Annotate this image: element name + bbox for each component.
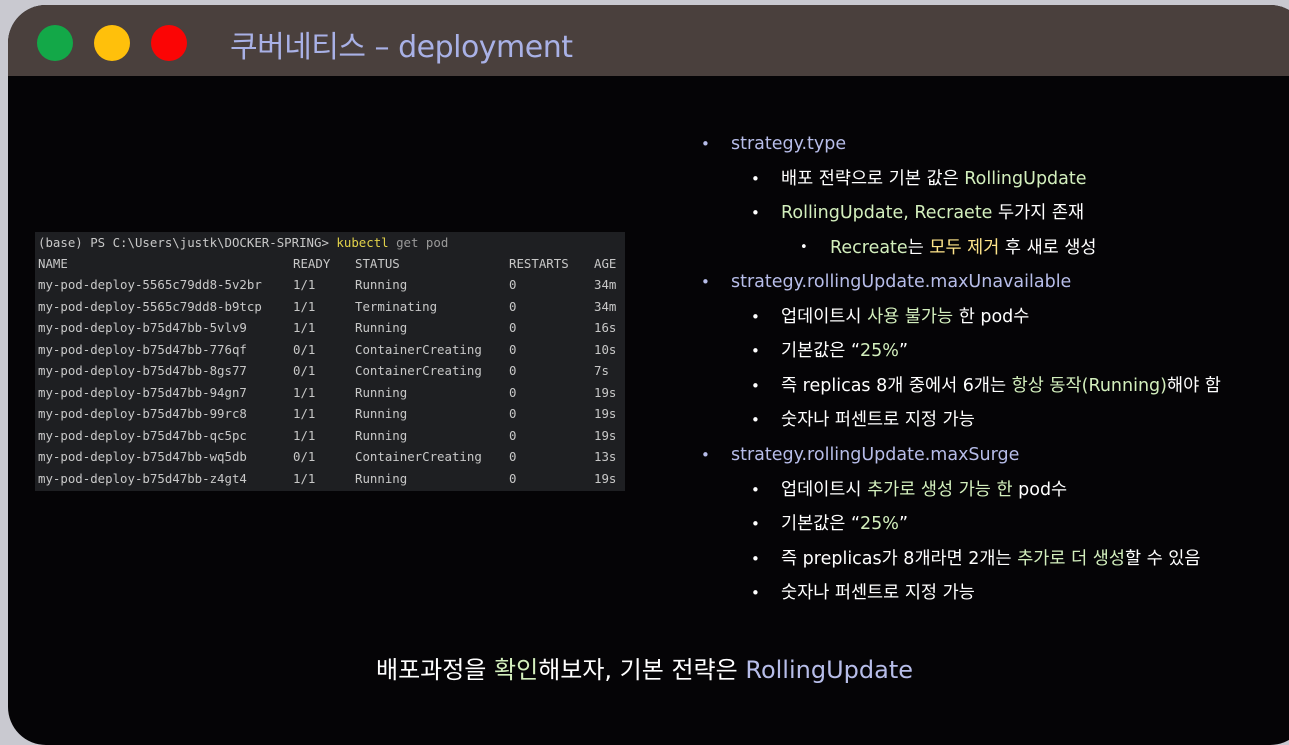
note-text-part: 25% (860, 514, 899, 535)
footer-text-part: 배포과정을 (375, 656, 495, 684)
bullet-icon: • (751, 411, 760, 430)
bullet-icon: • (751, 169, 760, 188)
note-text: 즉 preplicas가 8개라면 2개는 추가로 더 생성할 수 있음 (781, 546, 1200, 572)
note-text: 배포 전략으로 기본 값은 RollingUpdate (781, 166, 1087, 192)
note-text-part: RollingUpdate (964, 168, 1087, 189)
note-text-part: 숫자나 퍼센트로 지정 가능 (781, 583, 975, 604)
bullet-icon: • (751, 376, 760, 395)
note-text-part: pod수 (1012, 479, 1068, 500)
bullet-icon: • (701, 445, 710, 464)
note-text: strategy.rollingUpdate.maxUnavailable (731, 269, 1071, 295)
note-text: 업데이트시 사용 불가능 한 pod수 (781, 304, 1029, 330)
note-text: strategy.type (731, 131, 846, 157)
note-text-part: 추가로 생성 가능 한 (867, 479, 1013, 500)
note-text: Recreate는 모두 제거 후 새로 생성 (830, 235, 1097, 261)
note-text-part: 한 pod수 (953, 306, 1030, 327)
footer-text-part: 확인 (494, 656, 539, 684)
note-text-part: ” (898, 341, 909, 362)
note-text-part: ” (898, 514, 909, 535)
bullet-icon: • (751, 204, 760, 223)
note-text-part: 업데이트시 (781, 479, 868, 500)
note-text-part: 숫자나 퍼센트로 지정 가능 (781, 410, 975, 431)
bullet-icon: • (751, 307, 760, 326)
bullet-icon: • (751, 480, 760, 499)
note-text: 기본값은 “25%” (781, 338, 908, 364)
note-text-part: Recreate (830, 237, 908, 258)
note-text-part: strategy.rollingUpdate.maxUnavailable (731, 272, 1072, 293)
note-text-part: 25% (860, 341, 899, 362)
note-text: RollingUpdate, Recraete 두가지 존재 (781, 200, 1084, 226)
note-text-part: 는 (907, 237, 930, 258)
bullet-icon: • (751, 515, 760, 534)
note-text-part: 두가지 존재 (992, 203, 1085, 224)
note-text: 숫자나 퍼센트로 지정 가능 (781, 580, 975, 606)
note-text-part: 업데이트시 (781, 306, 868, 327)
notes-panel: • strategy.type • 배포 전략으로 기본 값은 RollingUpda… (0, 0, 1289, 717)
footer-caption: 배포과정을 확인해보자, 기본 전략은 RollingUpdate (0, 650, 1289, 685)
footer-text-part: RollingUpdate (745, 656, 913, 684)
bullet-icon: • (751, 549, 760, 568)
note-text: 즉 replicas 8개 중에서 6개는 항상 동작(Running)해야 함 (781, 373, 1221, 399)
note-text-part: 기본값은 “ (781, 341, 861, 362)
note-text-part: 배포 전략으로 기본 값은 (781, 168, 965, 189)
note-text: 숫자나 퍼센트로 지정 가능 (781, 407, 975, 433)
note-text-part: 할 수 있음 (1124, 548, 1201, 569)
note-text-part: 모두 제거 (929, 237, 1000, 258)
note-text-part: 후 새로 생성 (999, 237, 1097, 258)
note-text-part: 즉 replicas 8개 중에서 6개는 (781, 375, 1012, 396)
note-text-part: 즉 preplicas가 8개라면 2개는 (781, 548, 1018, 569)
bullet-icon: • (701, 273, 710, 292)
note-text: strategy.rollingUpdate.maxSurge (731, 442, 1019, 468)
bullet-icon: • (751, 342, 760, 361)
note-text-part: 항상 동작(Running) (1011, 375, 1167, 396)
note-text-part: 사용 불가능 (867, 306, 954, 327)
note-text-part: 기본값은 “ (781, 514, 861, 535)
bullet-icon: • (751, 584, 760, 603)
note-text-part: RollingUpdate, Recraete (781, 203, 993, 224)
footer-text-part: 해보자, 기본 전략은 (538, 656, 746, 684)
bullet-icon: • (800, 239, 808, 255)
note-text: 기본값은 “25%” (781, 511, 908, 537)
note-text-part: 추가로 더 생성 (1017, 548, 1125, 569)
note-text: 업데이트시 추가로 생성 가능 한 pod수 (781, 477, 1067, 503)
bullet-icon: • (701, 135, 710, 153)
note-text-part: strategy.rollingUpdate.maxSurge (731, 444, 1020, 465)
note-text-part: strategy.type (731, 134, 847, 154)
note-text-part: 해야 함 (1166, 375, 1221, 396)
